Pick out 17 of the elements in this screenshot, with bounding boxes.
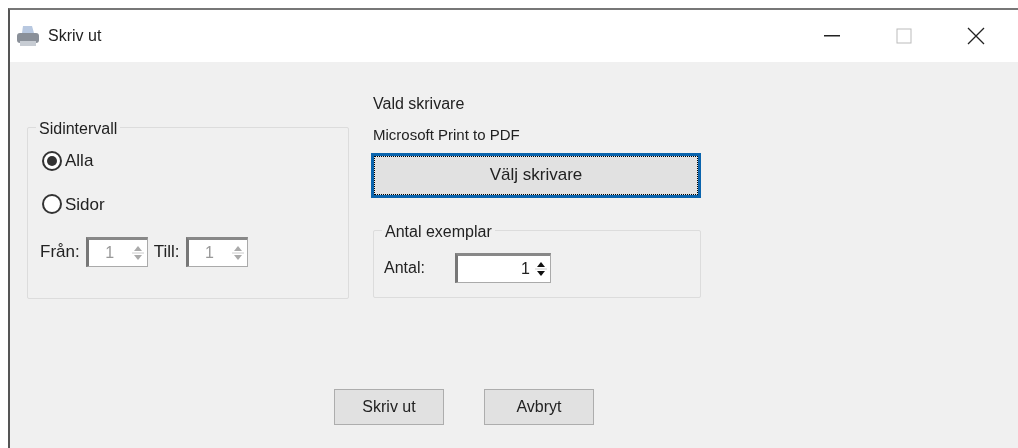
radio-circle-icon[interactable] — [42, 150, 62, 171]
printer-name: Microsoft Print to PDF — [373, 125, 521, 145]
field-label: Till: — [153, 241, 180, 264]
radio-button[interactable]: Alla — [42, 148, 94, 174]
window-title: Skriv ut — [48, 26, 102, 46]
select-printer-button[interactable]: Välj skrivare — [371, 152, 701, 198]
field-label: Från: — [40, 241, 80, 264]
close-icon[interactable] — [967, 27, 985, 45]
number-spinner[interactable]: 1 — [454, 252, 551, 283]
dialog-button[interactable]: Avbryt — [484, 389, 594, 425]
field-label: Antal: — [384, 257, 425, 278]
radio-button[interactable]: Sidor — [42, 191, 105, 217]
radio-circle-icon[interactable] — [42, 194, 62, 215]
printer-icon — [16, 25, 40, 47]
dialog-button[interactable]: Skriv ut — [334, 389, 444, 425]
minimize-icon[interactable] — [824, 35, 840, 37]
section-label: Vald skrivare — [373, 94, 466, 114]
